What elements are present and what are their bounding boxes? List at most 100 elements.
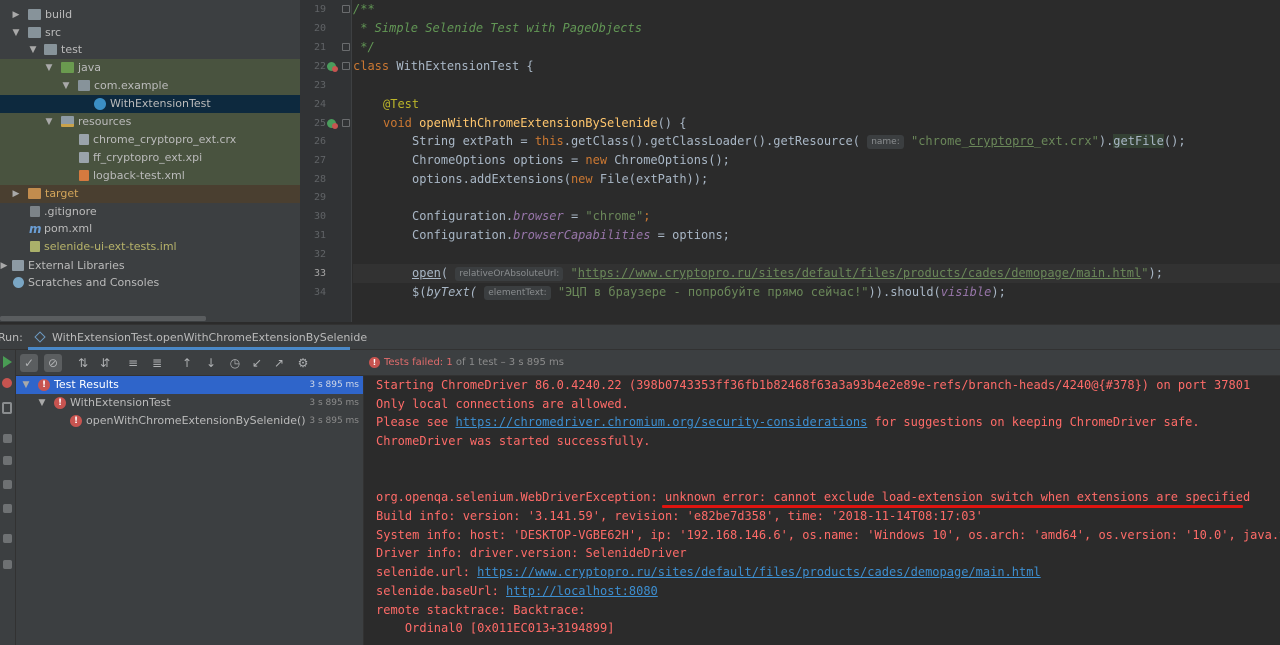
tree-item-build[interactable]: ▶ build — [0, 6, 300, 24]
tree-item-com-example[interactable]: ▼ com.example — [0, 77, 300, 95]
code-text: () { — [657, 116, 687, 130]
code-line-22: class WithExtensionTest { — [353, 57, 1280, 76]
show-passed-icon[interactable]: ✓ — [20, 354, 38, 372]
editor-gutter[interactable]: 19 20 21 22 23 24 25 26 27 28 29 30 31 3… — [300, 0, 352, 322]
console-link[interactable]: https://chromedriver.chromium.org/securi… — [455, 415, 867, 429]
keyword: void — [383, 116, 412, 130]
toggle-auto-test-icon[interactable] — [2, 402, 12, 414]
line-number: 24 — [313, 99, 326, 110]
code-text: $( — [412, 285, 427, 299]
code-text: = — [563, 209, 586, 223]
console-output[interactable]: Starting ChromeDriver 86.0.4240.22 (398b… — [364, 376, 1280, 645]
code-line-30: Configuration.browser = "chrome"; — [412, 207, 1280, 226]
chevron-down-icon[interactable]: ▼ — [43, 59, 55, 77]
line-number: 27 — [313, 155, 326, 166]
run-test-icon[interactable] — [327, 62, 338, 72]
previous-failed-icon[interactable]: ↑ — [178, 354, 196, 372]
tree-item-iml[interactable]: selenide-ui-ext-tests.iml — [0, 238, 300, 256]
keyword: class — [353, 59, 390, 73]
tree-item-src[interactable]: ▼ src — [0, 24, 300, 42]
tree-item-label: logback-test.xml — [93, 169, 185, 182]
chevron-right-icon[interactable]: ▶ — [10, 185, 22, 203]
camera-icon[interactable] — [3, 456, 12, 465]
pin-icon[interactable] — [3, 560, 12, 569]
rerun-icon[interactable] — [3, 356, 12, 368]
rerun-failed-icon[interactable] — [2, 378, 12, 388]
import-icon[interactable] — [3, 504, 12, 513]
chevron-down-icon[interactable]: ▼ — [20, 376, 32, 394]
chevron-down-icon[interactable]: ▼ — [43, 113, 55, 131]
collapse-all-icon[interactable]: ≣ — [148, 354, 166, 372]
test-node-root[interactable]: ▼ ! Test Results 3 s 895 ms — [16, 376, 363, 394]
tree-item-withextensiontest[interactable]: WithExtensionTest — [0, 95, 300, 113]
chevron-right-icon[interactable]: ▶ — [0, 257, 10, 275]
sort-by-duration-icon[interactable]: ⇵ — [96, 354, 114, 372]
tree-item-resources[interactable]: ▼ resources — [0, 113, 300, 131]
export-icon[interactable] — [3, 480, 12, 489]
sort-alphabetically-icon[interactable]: ⇅ — [74, 354, 92, 372]
chevron-right-icon[interactable]: ▶ — [10, 6, 22, 24]
tree-item-pom[interactable]: m pom.xml — [0, 220, 300, 238]
string-literal: "ЭЦП в браузере - попробуйте прямо сейча… — [557, 285, 869, 299]
expand-all-icon[interactable]: ≡ — [124, 354, 142, 372]
tree-item-gitignore[interactable]: .gitignore — [0, 203, 300, 221]
chevron-down-icon[interactable]: ▼ — [27, 41, 39, 59]
keyword: new — [585, 153, 608, 167]
run-test-icon[interactable] — [327, 119, 338, 129]
fold-icon[interactable] — [342, 43, 350, 51]
tree-item-test[interactable]: ▼ test — [0, 41, 300, 59]
annotation: @Test — [383, 97, 420, 111]
console-link[interactable]: https://www.cryptopro.ru/sites/default/f… — [477, 565, 1041, 579]
layout-icon[interactable] — [3, 534, 12, 543]
doc-comment: /** — [353, 2, 375, 16]
tree-item-crx[interactable]: chrome_cryptopro_ext.crx — [0, 131, 300, 149]
url-literal[interactable]: https://www.cryptopro.ru/sites/default/f… — [578, 266, 1142, 280]
code-editor[interactable]: /** * Simple Selenide Test with PageObje… — [353, 0, 1280, 322]
stop-icon[interactable] — [3, 434, 12, 443]
console-link[interactable]: http://localhost:8080 — [506, 584, 658, 598]
code-text: ). — [1098, 134, 1114, 148]
tree-item-label: resources — [78, 115, 132, 128]
code-text: Configuration. — [412, 228, 514, 242]
tree-item-java[interactable]: ▼ java — [0, 59, 300, 77]
test-duration: 3 s 895 ms — [309, 416, 359, 426]
run-configuration-tab[interactable]: WithExtensionTest.openWithChromeExtensio… — [28, 325, 367, 350]
fold-icon[interactable] — [342, 5, 350, 13]
chevron-down-icon[interactable]: ▼ — [60, 77, 72, 95]
show-ignored-icon[interactable]: ⊘ — [44, 354, 62, 372]
static-field: visible — [940, 285, 992, 299]
tab-label: WithExtensionTest.openWithChromeExtensio… — [52, 331, 368, 344]
test-node-method[interactable]: ! openWithChromeExtensionBySelenide() 3 … — [16, 412, 363, 430]
console-text: selenide.baseUrl: — [376, 584, 507, 598]
package-icon — [78, 80, 90, 91]
gear-icon[interactable]: ⚙ — [294, 354, 312, 372]
excluded-folder-icon — [28, 188, 41, 199]
tree-item-external-libraries[interactable]: ▶ External Libraries — [0, 257, 300, 275]
gitignore-file-icon — [30, 206, 40, 217]
test-node-class[interactable]: ▼ ! WithExtensionTest 3 s 895 ms — [16, 394, 363, 412]
fold-icon[interactable] — [342, 119, 350, 127]
tree-item-scratches[interactable]: Scratches and Consoles — [0, 274, 300, 292]
tree-item-target[interactable]: ▶ target — [0, 185, 300, 203]
next-failed-icon[interactable]: ↓ — [202, 354, 220, 372]
method-call: getFile — [1113, 134, 1164, 148]
line-number: 20 — [313, 23, 326, 34]
import-tests-icon[interactable]: ↙ — [248, 354, 266, 372]
history-icon[interactable]: ◷ — [226, 354, 244, 372]
parameter-hint: name: — [867, 135, 904, 149]
chevron-down-icon[interactable]: ▼ — [10, 24, 22, 42]
export-tests-icon[interactable]: ↗ — [270, 354, 288, 372]
tree-item-label: Scratches and Consoles — [28, 276, 160, 289]
tree-item-logback[interactable]: logback-test.xml — [0, 167, 300, 185]
error-icon: ! — [38, 379, 50, 391]
file-icon — [79, 134, 89, 145]
tree-item-label: com.example — [94, 79, 169, 92]
tree-item-xpi[interactable]: ff_cryptopro_ext.xpi — [0, 149, 300, 167]
resources-folder-icon — [61, 116, 74, 127]
keyword: new — [570, 172, 593, 186]
fold-icon[interactable] — [342, 62, 350, 70]
code-text: .getClass().getClassLoader().getResource… — [563, 134, 860, 148]
code-text: ); — [991, 285, 1006, 299]
horizontal-scrollbar[interactable] — [0, 316, 206, 321]
chevron-down-icon[interactable]: ▼ — [36, 394, 48, 412]
